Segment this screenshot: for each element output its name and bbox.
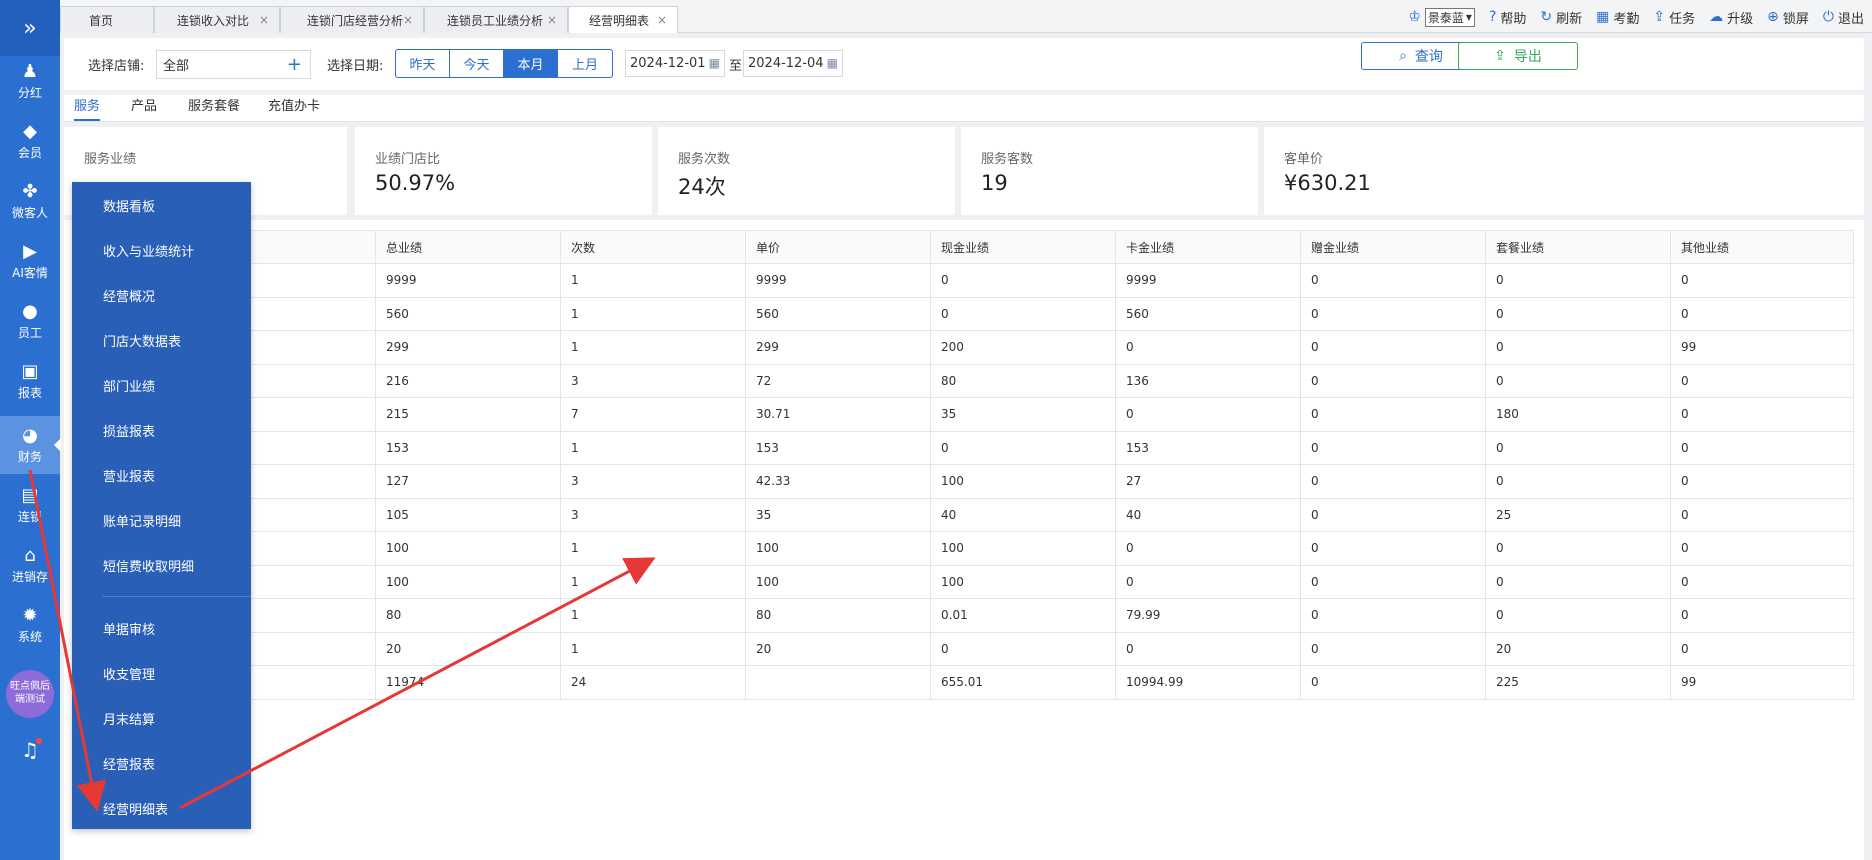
arrow-down-annotation [28,469,107,812]
arrow-up-annotation [179,557,656,810]
annotation-arrows [28,469,656,812]
